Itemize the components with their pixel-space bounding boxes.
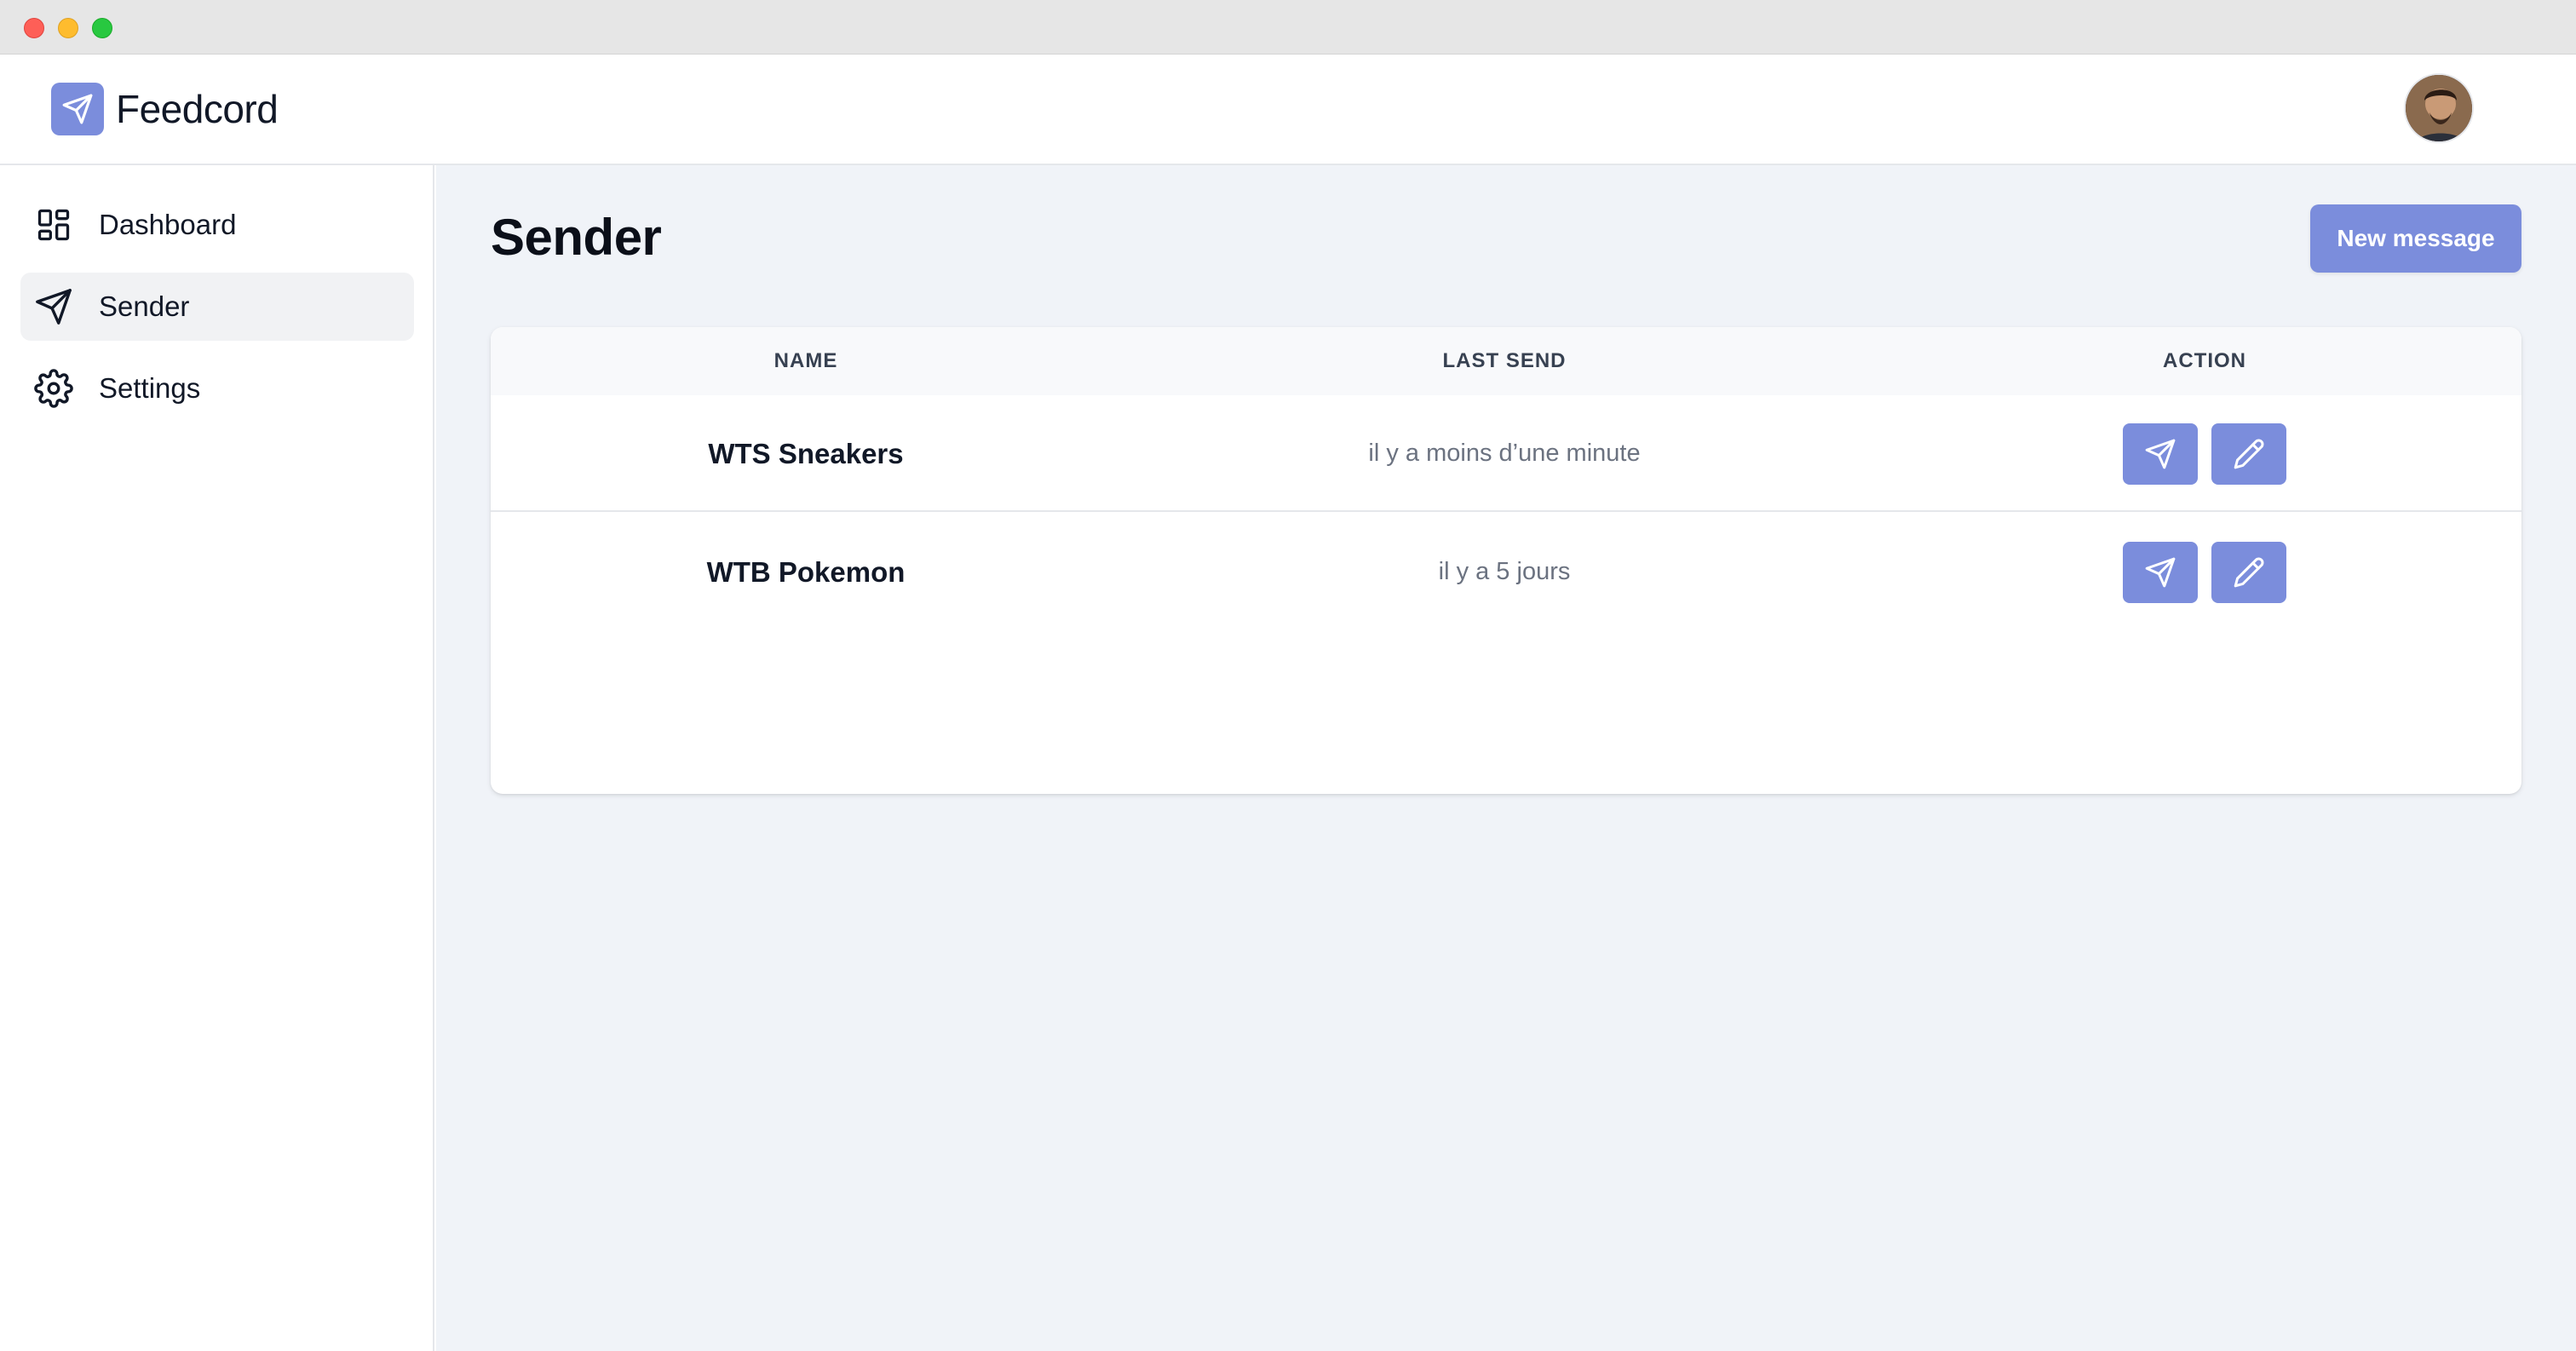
window-minimize-button[interactable] bbox=[58, 18, 78, 38]
table-row[interactable]: WTB Pokemon il y a 5 jours bbox=[491, 514, 2521, 630]
top-navbar: Feedcord bbox=[0, 55, 2576, 165]
edit-button[interactable] bbox=[2211, 423, 2286, 485]
row-name: WTS Sneakers bbox=[708, 437, 904, 469]
row-actions bbox=[1888, 514, 2521, 630]
sidebar-item-dashboard[interactable]: Dashboard bbox=[20, 191, 414, 259]
app-window: Feedcord Dashboard Sender Settings Sende… bbox=[0, 0, 2576, 1351]
column-header-last-send[interactable]: LAST SEND bbox=[1121, 327, 1888, 395]
table-row[interactable]: WTS Sneakers il y a moins d’une minute bbox=[491, 395, 2521, 512]
sidebar-item-settings[interactable]: Settings bbox=[20, 354, 414, 423]
main-content: Sender New message NAME LAST SEND ACTION… bbox=[436, 165, 2576, 1351]
paper-plane-icon bbox=[2145, 557, 2176, 587]
row-last-send: il y a 5 jours bbox=[1438, 558, 1571, 585]
sender-table: NAME LAST SEND ACTION WTS Sneakers il y … bbox=[491, 327, 2521, 794]
sidebar-item-sender[interactable]: Sender bbox=[20, 273, 414, 341]
gear-icon bbox=[34, 369, 73, 408]
row-last-send: il y a moins d’une minute bbox=[1368, 440, 1641, 467]
pencil-icon bbox=[2234, 439, 2264, 469]
title-bar bbox=[0, 0, 2576, 55]
sidebar-item-label: Dashboard bbox=[99, 209, 237, 240]
window-close-button[interactable] bbox=[24, 18, 44, 38]
paper-plane-icon bbox=[2145, 439, 2176, 469]
brand[interactable]: Feedcord bbox=[51, 83, 279, 135]
column-header-name[interactable]: NAME bbox=[491, 327, 1121, 395]
user-avatar[interactable] bbox=[2404, 73, 2474, 143]
sidebar-item-label: Sender bbox=[99, 290, 190, 322]
page-title: Sender bbox=[491, 209, 662, 266]
sidebar: Dashboard Sender Settings bbox=[0, 165, 434, 1351]
send-button[interactable] bbox=[2123, 541, 2198, 603]
dashboard-grid-icon bbox=[34, 205, 73, 244]
row-name: WTB Pokemon bbox=[706, 555, 906, 588]
paper-plane-icon bbox=[51, 83, 104, 135]
column-header-action: ACTION bbox=[2163, 349, 2246, 372]
row-actions bbox=[1888, 395, 2521, 512]
new-message-button[interactable]: New message bbox=[2310, 204, 2521, 273]
brand-name: Feedcord bbox=[116, 87, 279, 131]
window-maximize-button[interactable] bbox=[92, 18, 112, 38]
pencil-icon bbox=[2234, 557, 2264, 587]
table-header: NAME LAST SEND ACTION bbox=[491, 327, 2521, 395]
edit-button[interactable] bbox=[2211, 541, 2286, 603]
sidebar-item-label: Settings bbox=[99, 372, 201, 404]
send-button[interactable] bbox=[2123, 423, 2198, 485]
paper-plane-icon bbox=[34, 287, 73, 326]
